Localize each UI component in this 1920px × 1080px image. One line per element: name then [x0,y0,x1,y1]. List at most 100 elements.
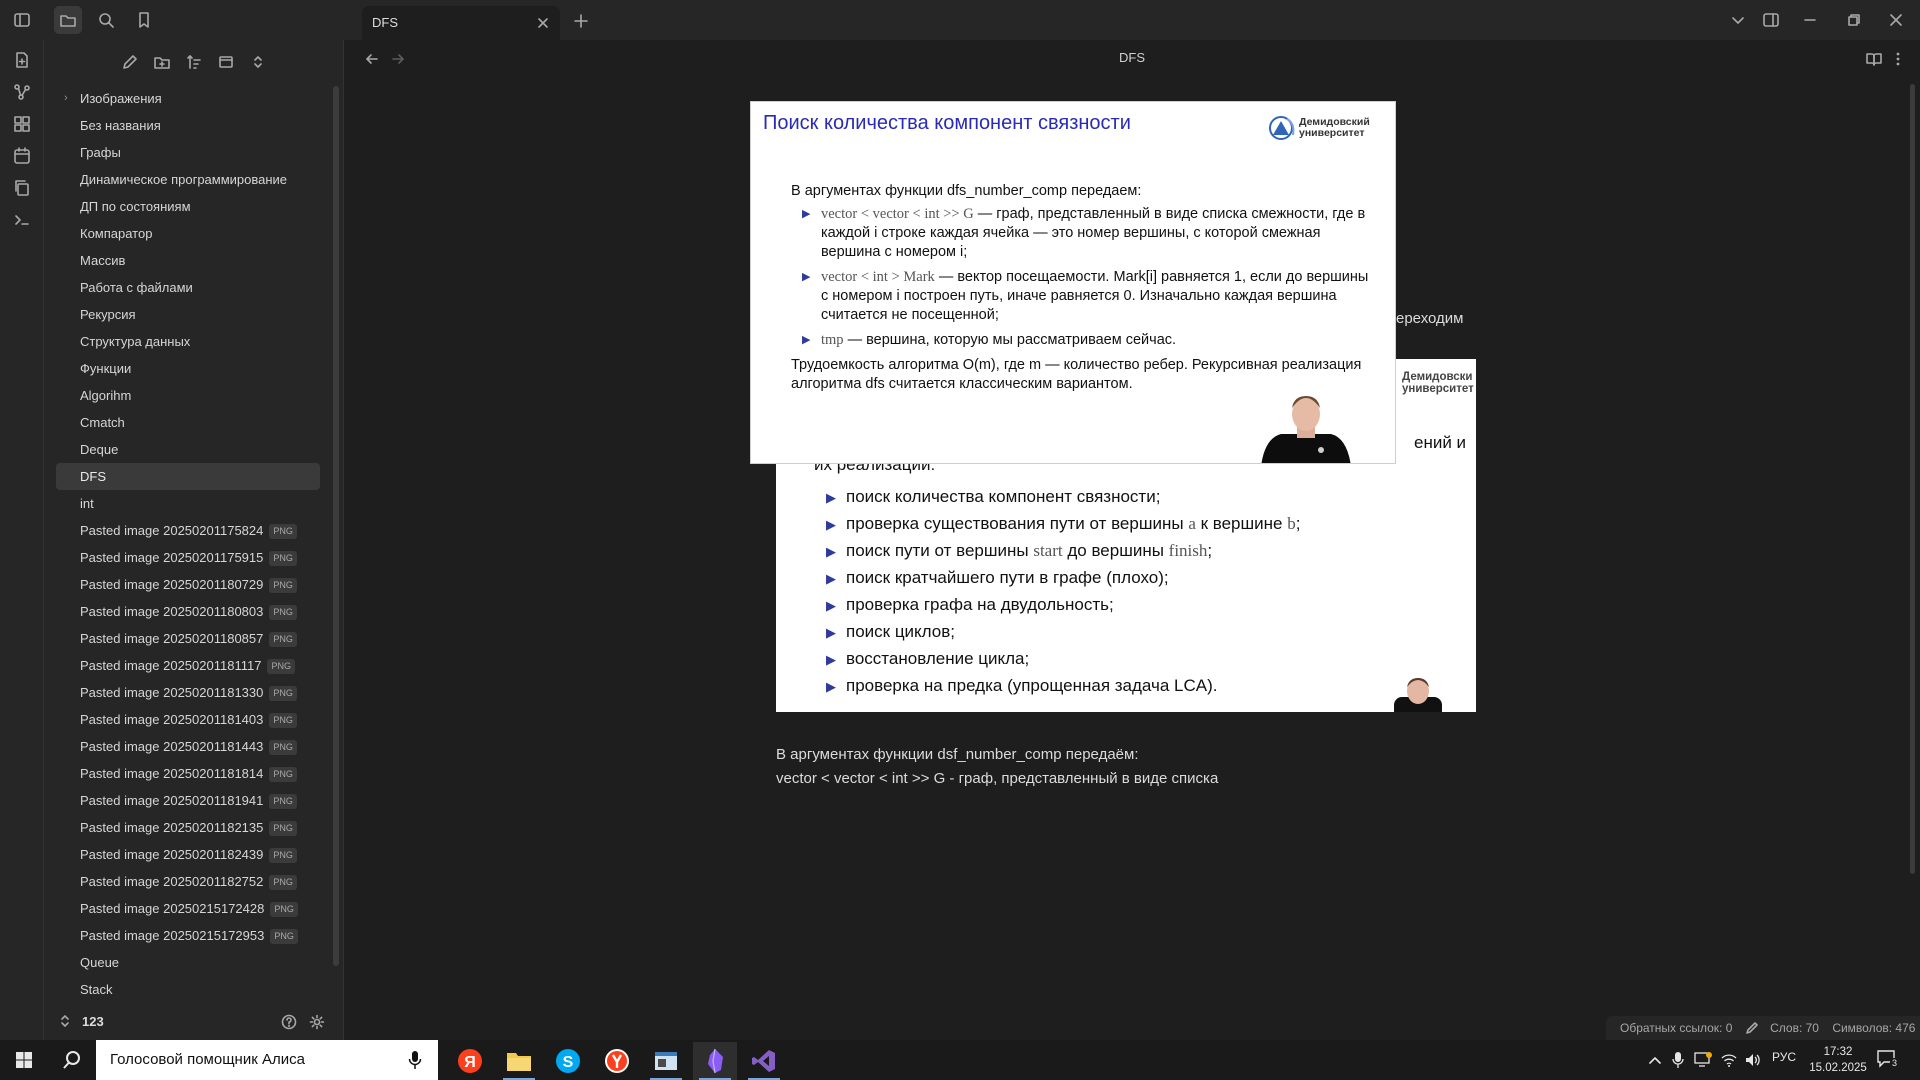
restore-button[interactable] [1836,4,1872,36]
editor-scrollbar[interactable] [1910,84,1915,874]
file-item[interactable]: Cmatch [56,409,320,436]
file-item[interactable]: Без названия [56,112,320,139]
settings-button[interactable] [306,1011,328,1033]
taskbar-search-box[interactable]: Голосовой помощник Алиса [96,1040,438,1080]
command-palette-button[interactable] [8,206,36,234]
file-item[interactable]: Pasted image 20250201181941 PNG [56,787,320,814]
pencil-icon[interactable] [1745,1021,1759,1034]
graph-icon [14,84,30,100]
file-item[interactable]: Pasted image 20250201180803 PNG [56,598,320,625]
vault-switcher[interactable]: 123 [44,1003,344,1039]
microphone-icon[interactable] [408,1050,422,1070]
minimize-button[interactable] [1792,4,1828,36]
file-item[interactable]: Pasted image 20250201181443 PNG [56,733,320,760]
close-window-button[interactable] [1878,4,1914,36]
file-item[interactable]: Динамическое программирование [56,166,320,193]
file-item[interactable]: Pasted image 20250201181403 PNG [56,706,320,733]
sidebar-scrollbar[interactable] [333,86,339,966]
wifi-icon[interactable] [1720,1052,1738,1068]
system-clock[interactable]: 17:32 15.02.2025 [1800,1044,1876,1076]
notification-center-button[interactable]: 3 [1876,1048,1904,1074]
file-item[interactable]: Algorihm [56,382,320,409]
file-item[interactable]: Pasted image 20250201182752 PNG [56,868,320,895]
daily-note-button[interactable] [8,142,36,170]
file-item[interactable]: ДП по состояниям [56,193,320,220]
canvas-button[interactable] [8,110,36,138]
file-item[interactable]: Работа с файлами [56,274,320,301]
file-item[interactable]: Pasted image 20250201180729 PNG [56,571,320,598]
file-item[interactable]: Структура данных [56,328,320,355]
status-bar: Обратных ссылок: 0 Слов: 70 Символов: 47… [1606,1016,1920,1040]
tab-close-button[interactable] [532,12,554,34]
file-item[interactable]: Функции [56,355,320,382]
open-quick-switcher-button[interactable] [8,46,36,74]
file-item[interactable]: Pasted image 20250201181117 PNG [56,652,320,679]
help-button[interactable] [278,1011,300,1033]
obsidian-app[interactable] [693,1042,737,1080]
svg-text:Я: Я [464,1054,476,1071]
file-item[interactable]: int [56,490,320,517]
file-item[interactable]: Графы [56,139,320,166]
bullet-triangle-icon: ▶ [826,517,836,532]
file-item[interactable]: Pasted image 20250201175824 PNG [56,517,320,544]
new-note-button[interactable] [116,48,144,76]
sort-button[interactable] [180,48,208,76]
file-explorer-app[interactable] [497,1042,541,1080]
file-item[interactable]: Компаратор [56,220,320,247]
auto-reveal-button[interactable] [212,48,240,76]
input-language[interactable]: РУС [1772,1050,1796,1064]
yandex-app[interactable]: Я [448,1042,492,1080]
file-item[interactable]: Stack [56,976,320,1003]
templates-button[interactable] [8,174,36,202]
embedded-slide-image-active[interactable]: Поиск количества компонент связности Дем… [750,101,1396,464]
search-tab-button[interactable] [92,6,120,34]
note-content[interactable]: В аргументах функции dsf_number_comp пер… [776,743,1218,791]
tray-overflow-icon[interactable] [1648,1053,1662,1067]
tab-dfs[interactable]: DFS [362,6,560,40]
bookmarks-tab-button[interactable] [130,6,158,34]
file-item[interactable]: Pasted image 20250201181330 PNG [56,679,320,706]
file-extension-badge: PNG [269,767,297,782]
slide-logo-text: Демидовски университет [1402,371,1474,395]
file-item[interactable]: Deque [56,436,320,463]
new-folder-button[interactable] [148,48,176,76]
new-tab-button[interactable] [568,8,594,34]
folder-item[interactable]: › Изображения [56,85,320,112]
file-item[interactable]: Pasted image 20250201180857 PNG [56,625,320,652]
microphone-icon[interactable] [1672,1051,1684,1069]
reading-view-button[interactable] [1862,47,1886,71]
file-item[interactable]: Pasted image 20250201175915 PNG [56,544,320,571]
collapse-all-button[interactable] [244,48,272,76]
toggle-right-sidebar-button[interactable] [1753,4,1789,36]
volume-icon[interactable] [1744,1052,1762,1068]
display-icon[interactable] [1694,1052,1712,1068]
chevron-right-icon[interactable]: › [64,85,68,112]
file-item[interactable]: Pasted image 20250201181814 PNG [56,760,320,787]
file-extension-badge: PNG [269,848,297,863]
visual-studio-app[interactable] [742,1042,786,1080]
file-item[interactable]: Рекурсия [56,301,320,328]
more-options-button[interactable] [1888,47,1908,71]
backlinks-count[interactable]: Обратных ссылок: 0 [1620,1021,1732,1035]
start-button[interactable] [0,1040,48,1080]
file-item[interactable]: Queue [56,949,320,976]
graph-view-button[interactable] [8,78,36,106]
slide-list-item: ▶ проверка существования пути от вершины … [826,510,1300,537]
toggle-sidebar-button[interactable] [8,6,36,34]
yandex-browser-app[interactable] [595,1042,639,1080]
file-item[interactable]: DFS [56,463,320,490]
terminal-icon [15,215,29,225]
file-item[interactable]: Массив [56,247,320,274]
file-item[interactable]: Pasted image 20250201182135 PNG [56,814,320,841]
file-item[interactable]: Pasted image 20250215172953 PNG [56,922,320,949]
skype-app[interactable]: S [546,1042,590,1080]
slide-math: tmp [821,332,844,348]
terminal-app[interactable] [644,1042,688,1080]
file-explorer-tab-button[interactable] [54,6,82,34]
tab-list-button[interactable] [1720,4,1756,36]
close-icon [538,18,548,28]
book-open-icon [1866,53,1882,66]
taskbar-search-button[interactable] [48,1040,96,1080]
file-item[interactable]: Pasted image 20250215172428 PNG [56,895,320,922]
file-item[interactable]: Pasted image 20250201182439 PNG [56,841,320,868]
